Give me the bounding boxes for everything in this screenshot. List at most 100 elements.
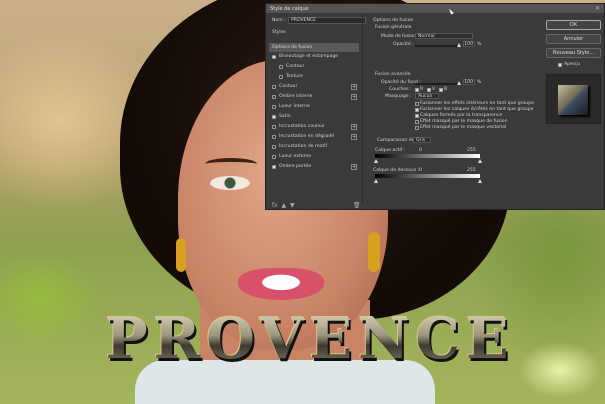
style-checkbox[interactable] bbox=[272, 84, 276, 89]
underlying-layer-label: Calque de dessous : bbox=[373, 168, 420, 173]
add-style-icon[interactable]: + bbox=[351, 93, 357, 100]
underlying-layer-white-knob[interactable] bbox=[478, 179, 482, 183]
style-label: Lueur externe bbox=[279, 154, 312, 159]
this-layer-max: 255 bbox=[467, 148, 476, 153]
style-item[interactable]: Biseautage et estampage bbox=[269, 52, 359, 61]
opacity-input[interactable]: 100 bbox=[463, 41, 475, 47]
add-style-icon[interactable]: + bbox=[351, 133, 357, 140]
fill-opacity-slider-knob[interactable] bbox=[457, 81, 461, 85]
this-layer-gradient[interactable] bbox=[375, 154, 480, 158]
style-checkbox[interactable] bbox=[272, 164, 276, 169]
smile bbox=[238, 268, 324, 300]
style-item[interactable]: Contour + bbox=[269, 82, 359, 91]
option-blend-clipped-checkbox[interactable] bbox=[415, 107, 419, 112]
this-layer-min: 0 bbox=[419, 148, 422, 153]
option-transparency-shapes-checkbox[interactable] bbox=[415, 113, 419, 118]
add-style-icon[interactable]: + bbox=[351, 83, 357, 90]
channels-label: Couches : bbox=[389, 87, 412, 92]
style-checkbox[interactable] bbox=[279, 64, 283, 69]
underlying-layer-gradient[interactable] bbox=[375, 174, 480, 178]
blend-if-dropdown[interactable]: Gris bbox=[413, 137, 431, 143]
knockout-dropdown[interactable]: Aucun bbox=[415, 93, 439, 99]
style-item[interactable]: Texture bbox=[269, 72, 359, 81]
fill-opacity-input[interactable]: 100 bbox=[463, 79, 475, 85]
advanced-blending-heading: Fusion avancée bbox=[375, 72, 411, 77]
this-layer-white-knob[interactable] bbox=[478, 159, 482, 163]
style-label: Satin bbox=[279, 114, 291, 119]
add-style-icon[interactable]: + bbox=[351, 163, 357, 170]
blend-if-label: Comparaison de : bbox=[377, 138, 418, 143]
underlying-layer-max: 255 bbox=[467, 168, 476, 173]
blending-options-label: Options de fusion bbox=[272, 45, 313, 50]
style-item[interactable]: Lueur externe bbox=[269, 152, 359, 161]
style-checkbox[interactable] bbox=[272, 134, 276, 139]
style-item[interactable]: Incrustation couleur + bbox=[269, 122, 359, 131]
opacity-slider-knob[interactable] bbox=[457, 43, 461, 47]
option-vector-mask-hides-checkbox[interactable] bbox=[415, 125, 419, 130]
style-label: Contour bbox=[279, 84, 298, 89]
style-item[interactable]: Incrustation en dégradé + bbox=[269, 132, 359, 141]
style-checkbox[interactable] bbox=[272, 114, 276, 119]
style-checkbox[interactable] bbox=[272, 54, 276, 59]
name-label: Nom : bbox=[272, 18, 286, 23]
dialog-title: Style de calque bbox=[270, 6, 309, 12]
move-down-icon[interactable]: ▼ bbox=[290, 202, 295, 209]
blending-options-panel: Options de fusion Fusion générale Mode d… bbox=[362, 14, 541, 204]
fx-icon-row[interactable]: fx ▲ ▼ bbox=[272, 202, 295, 209]
opacity-label: Opacité : bbox=[393, 42, 414, 47]
channel-g-checkbox[interactable] bbox=[427, 87, 431, 92]
fill-opacity-slider[interactable] bbox=[415, 81, 461, 85]
trash-icon[interactable]: 🗑 bbox=[353, 202, 361, 209]
style-label: Incrustation de motif bbox=[279, 144, 328, 149]
option-vector-mask-hides-label: Effet masqué par le masque vectoriel bbox=[420, 125, 507, 130]
style-checkbox[interactable] bbox=[279, 74, 283, 79]
name-row: Nom : PROVENCE bbox=[270, 17, 370, 25]
close-icon[interactable]: ✕ bbox=[595, 5, 600, 12]
underlying-layer-min: 0 bbox=[419, 168, 422, 173]
option-blend-interior-label: Fusionner les effets intérieurs en tant … bbox=[420, 101, 534, 106]
style-label: Texture bbox=[286, 74, 303, 79]
name-field[interactable]: PROVENCE bbox=[288, 17, 366, 24]
style-item[interactable]: Ombre portée + bbox=[269, 162, 359, 171]
dialog-titlebar[interactable]: Style de calque ✕ bbox=[266, 4, 604, 13]
cancel-button[interactable]: Annuler bbox=[546, 34, 601, 44]
add-style-icon[interactable]: + bbox=[351, 123, 357, 130]
style-item[interactable]: Contour bbox=[269, 62, 359, 71]
styles-header[interactable]: Styles bbox=[269, 28, 359, 37]
style-item[interactable]: Lueur interne bbox=[269, 102, 359, 111]
style-checkbox[interactable] bbox=[272, 154, 276, 159]
style-preview bbox=[546, 74, 601, 124]
eyebrow bbox=[205, 158, 257, 170]
style-label: Biseautage et estampage bbox=[279, 54, 339, 59]
option-blend-interior-checkbox[interactable] bbox=[415, 101, 419, 106]
eye bbox=[210, 176, 250, 190]
this-layer-black-knob[interactable] bbox=[374, 159, 378, 163]
move-up-icon[interactable]: ▲ bbox=[282, 202, 287, 209]
style-checkbox[interactable] bbox=[272, 144, 276, 149]
channel-b-checkbox[interactable] bbox=[439, 87, 443, 92]
blend-mode-dropdown[interactable]: Normal bbox=[415, 33, 473, 39]
style-label: Contour bbox=[286, 64, 305, 69]
option-layer-mask-hides-label: Effet masqué par le masque de fusion bbox=[420, 119, 508, 124]
style-item[interactable]: Satin bbox=[269, 112, 359, 121]
ok-button[interactable]: OK bbox=[546, 20, 601, 30]
preview-swatch bbox=[558, 85, 588, 115]
underlying-layer-black-knob[interactable] bbox=[374, 179, 378, 183]
channel-r-checkbox[interactable] bbox=[415, 87, 419, 92]
preview-checkbox[interactable] bbox=[558, 62, 562, 67]
style-checkbox[interactable] bbox=[272, 124, 276, 129]
channel-r-label: R bbox=[420, 87, 424, 92]
opacity-slider[interactable] bbox=[415, 43, 461, 47]
style-checkbox[interactable] bbox=[272, 104, 276, 109]
preview-label: Aperçu bbox=[564, 62, 581, 67]
style-item[interactable]: Incrustation de motif bbox=[269, 142, 359, 151]
fx-icon[interactable]: fx bbox=[272, 202, 278, 209]
option-layer-mask-hides-checkbox[interactable] bbox=[415, 119, 419, 124]
blending-options-item[interactable]: Options de fusion bbox=[269, 43, 359, 52]
style-label: Incrustation couleur bbox=[279, 124, 326, 129]
style-item[interactable]: Ombre interne + bbox=[269, 92, 359, 101]
new-style-button[interactable]: Nouveau Style... bbox=[546, 48, 601, 58]
earring-right bbox=[368, 232, 380, 272]
style-checkbox[interactable] bbox=[272, 94, 276, 99]
knockout-label: Masquage : bbox=[385, 94, 412, 99]
